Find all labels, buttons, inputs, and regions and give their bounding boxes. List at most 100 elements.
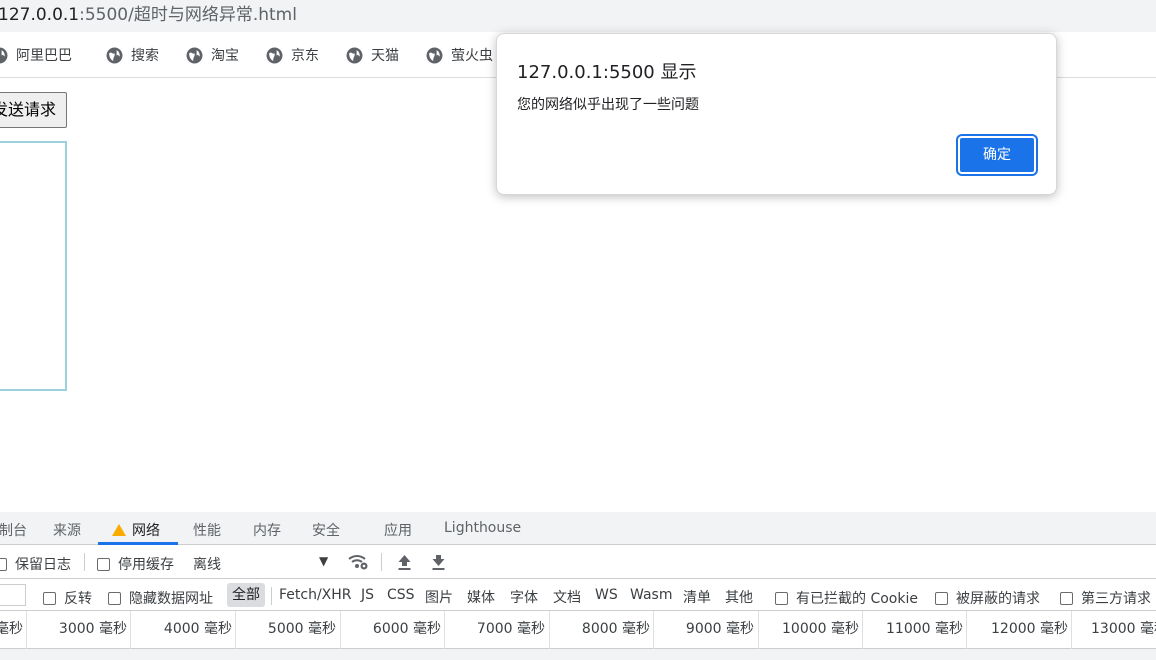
url-path: :5500/超时与网络异常.html — [79, 5, 297, 25]
request-table-header — [0, 649, 1156, 660]
result-box — [0, 141, 67, 391]
url-text[interactable]: 127.0.0.1:5500/超时与网络异常.html — [0, 4, 297, 26]
blocked-cookies-label: 有已拦截的 Cookie — [796, 591, 918, 607]
third-party-checkbox[interactable]: 第三方请求 — [1060, 588, 1151, 608]
timeline-overview[interactable]: 2000 毫秒 3000 毫秒 4000 毫秒 5000 毫秒 6000 毫秒 … — [0, 611, 1156, 649]
timeline-tick: 6000 毫秒 — [372, 621, 441, 637]
checkbox-box — [0, 557, 7, 571]
filter-input[interactable] — [0, 584, 26, 606]
timeline-tick: 10000 毫秒 — [782, 621, 859, 637]
tick-line — [340, 611, 341, 649]
bookmark-label: 阿里巴巴 — [16, 48, 72, 64]
preserve-log-checkbox[interactable]: 保留日志 — [0, 554, 71, 574]
bookmark-label: 淘宝 — [211, 48, 239, 64]
checkbox-box — [97, 557, 110, 571]
timeline-tick: 9000 毫秒 — [685, 621, 754, 637]
tick-line — [862, 611, 863, 649]
filter-media[interactable]: 媒体 — [467, 587, 495, 607]
tab-performance[interactable]: 性能 — [193, 520, 221, 540]
bookmark-alibaba[interactable]: 阿里巴巴 — [0, 45, 72, 65]
bookmark-label: 搜索 — [131, 48, 159, 64]
bookmark-tmall[interactable]: 天猫 — [346, 45, 399, 65]
bookmark-search[interactable]: 搜索 — [106, 45, 159, 65]
filter-fetch-xhr[interactable]: Fetch/XHR — [279, 587, 352, 603]
third-party-label: 第三方请求 — [1081, 591, 1151, 607]
devtools-tabbar: 控制台 来源 网络 性能 内存 安全 应用 Lighthouse — [0, 512, 1156, 545]
send-request-button[interactable]: 发送请求 — [0, 92, 67, 128]
timeline-tick: 8000 毫秒 — [581, 621, 650, 637]
invert-checkbox[interactable]: 反转 — [43, 588, 92, 608]
globe-icon — [106, 47, 123, 63]
timeline-tick: 11000 毫秒 — [886, 621, 963, 637]
preserve-log-label: 保留日志 — [15, 557, 71, 573]
ok-button[interactable]: 确定 — [958, 136, 1036, 174]
tick-line — [758, 611, 759, 649]
filter-wasm[interactable]: Wasm — [630, 587, 672, 603]
bookmark-taobao[interactable]: 淘宝 — [186, 45, 239, 65]
tab-console[interactable]: 控制台 — [0, 520, 27, 540]
throttling-select[interactable]: 离线 — [193, 554, 221, 574]
hide-data-urls-checkbox[interactable]: 隐藏数据网址 — [108, 588, 213, 608]
checkbox-box — [935, 591, 948, 605]
tab-memory[interactable]: 内存 — [253, 520, 281, 540]
tab-security[interactable]: 安全 — [312, 520, 340, 540]
alert-title: 127.0.0.1:5500 显示 — [517, 62, 697, 83]
filter-ws[interactable]: WS — [595, 587, 618, 603]
tick-line — [130, 611, 131, 649]
globe-icon — [186, 47, 203, 63]
checkbox-box — [1060, 591, 1073, 605]
chevron-down-icon[interactable]: ▼ — [319, 554, 328, 568]
timeline-tick: 5000 毫秒 — [267, 621, 336, 637]
bookmark-label: 萤火虫 — [451, 48, 493, 64]
hide-data-urls-label: 隐藏数据网址 — [129, 591, 213, 607]
bookmark-firefly[interactable]: 萤火虫 — [426, 45, 493, 65]
filter-js[interactable]: JS — [361, 587, 374, 603]
bookmark-label: 京东 — [291, 48, 319, 64]
upload-icon[interactable] — [397, 553, 412, 571]
tab-lighthouse[interactable]: Lighthouse — [444, 520, 521, 536]
filter-css[interactable]: CSS — [387, 587, 415, 603]
bookmark-label: 天猫 — [371, 48, 399, 64]
network-toolbar: 保留日志 停用缓存 离线 ▼ — [0, 545, 1156, 579]
network-conditions-icon[interactable] — [347, 553, 369, 571]
tick-line — [26, 611, 27, 649]
tab-sources[interactable]: 来源 — [53, 520, 81, 540]
filter-manifest[interactable]: 清单 — [683, 587, 711, 607]
tab-network[interactable]: 网络 — [112, 520, 160, 540]
globe-icon — [346, 47, 363, 63]
tab-network-label: 网络 — [132, 523, 160, 539]
address-bar[interactable]: 127.0.0.1:5500/超时与网络异常.html — [0, 0, 1156, 32]
checkbox-box — [108, 591, 121, 605]
tick-line — [966, 611, 967, 649]
globe-icon — [266, 47, 283, 63]
tab-application[interactable]: 应用 — [384, 520, 412, 540]
filter-img[interactable]: 图片 — [425, 587, 453, 607]
timeline-tick: 3000 毫秒 — [58, 621, 127, 637]
filter-other[interactable]: 其他 — [725, 587, 753, 607]
alert-dialog: 127.0.0.1:5500 显示 您的网络似乎出现了一些问题 确定 — [496, 33, 1057, 195]
toolbar-divider — [84, 553, 85, 571]
filter-all[interactable]: 全部 — [227, 583, 265, 607]
invert-label: 反转 — [64, 591, 92, 607]
globe-icon — [0, 47, 8, 63]
timeline-tick: 13000 毫秒 — [1091, 621, 1156, 637]
warning-icon — [112, 524, 126, 536]
toolbar-divider — [381, 553, 382, 571]
disable-cache-label: 停用缓存 — [118, 557, 174, 573]
download-icon[interactable] — [431, 553, 446, 571]
tick-line — [653, 611, 654, 649]
tick-line — [235, 611, 236, 649]
blocked-requests-checkbox[interactable]: 被屏蔽的请求 — [935, 588, 1040, 608]
checkbox-box — [43, 591, 56, 605]
blocked-requests-label: 被屏蔽的请求 — [956, 591, 1040, 607]
filter-font[interactable]: 字体 — [510, 587, 538, 607]
tick-line — [1071, 611, 1072, 649]
disable-cache-checkbox[interactable]: 停用缓存 — [97, 554, 174, 574]
blocked-cookies-checkbox[interactable]: 有已拦截的 Cookie — [775, 588, 918, 608]
filter-doc[interactable]: 文档 — [553, 587, 581, 607]
filter-divider — [271, 587, 272, 605]
tick-line — [444, 611, 445, 649]
checkbox-box — [775, 591, 788, 605]
bookmark-jd[interactable]: 京东 — [266, 45, 319, 65]
globe-icon — [426, 47, 443, 63]
